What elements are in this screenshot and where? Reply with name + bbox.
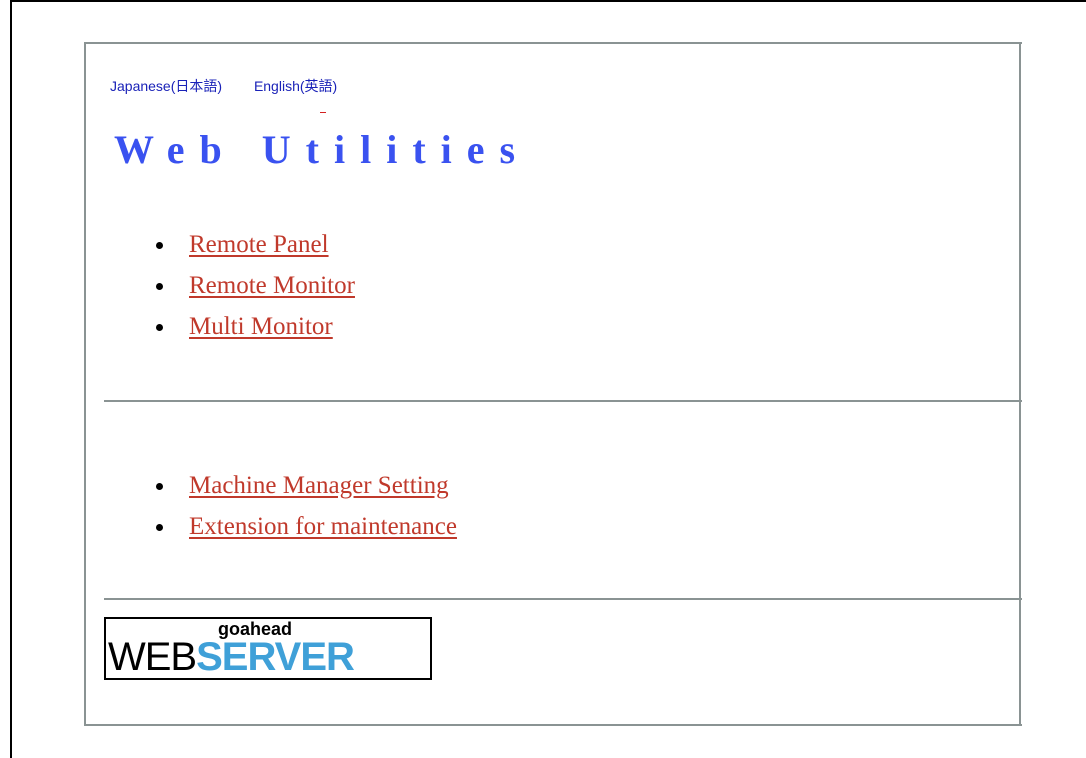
- machine-manager-setting-link[interactable]: Machine Manager Setting: [189, 472, 449, 499]
- divider: [104, 598, 1022, 600]
- language-link-english[interactable]: English(英語): [254, 76, 337, 96]
- list-item: Multi Monitor: [156, 306, 355, 347]
- logo-web-text: WEB: [108, 635, 197, 679]
- list-item: Remote Monitor: [156, 265, 355, 306]
- secondary-menu: Machine Manager Setting Extension for ma…: [156, 465, 457, 547]
- page-title: Web Utilities: [114, 127, 531, 172]
- list-item: Extension for maintenance: [156, 506, 457, 547]
- language-bar: Japanese(日本語) English(英語): [110, 76, 337, 96]
- page-panel: Japanese(日本語) English(英語) Web Utilities …: [84, 42, 1022, 726]
- multi-monitor-link[interactable]: Multi Monitor: [189, 313, 333, 340]
- cursor-mark: [320, 112, 326, 113]
- remote-panel-link[interactable]: Remote Panel: [189, 231, 329, 258]
- bullet-icon: [156, 283, 163, 290]
- divider: [104, 400, 1022, 402]
- list-item: Remote Panel: [156, 224, 355, 265]
- primary-menu: Remote Panel Remote Monitor Multi Monito…: [156, 224, 355, 347]
- bullet-icon: [156, 483, 163, 490]
- logo-server-text: SERVER: [196, 635, 355, 679]
- bullet-icon: [156, 524, 163, 531]
- bullet-icon: [156, 324, 163, 331]
- remote-monitor-link[interactable]: Remote Monitor: [189, 272, 355, 299]
- extension-for-maintenance-link[interactable]: Extension for maintenance: [189, 513, 457, 540]
- goahead-webserver-logo[interactable]: goahead WEBSERVER: [104, 617, 432, 680]
- logo-wordmark: WEBSERVER: [108, 635, 355, 679]
- panel-border: [1019, 42, 1021, 726]
- list-item: Machine Manager Setting: [156, 465, 457, 506]
- bullet-icon: [156, 242, 163, 249]
- language-link-japanese[interactable]: Japanese(日本語): [110, 76, 222, 96]
